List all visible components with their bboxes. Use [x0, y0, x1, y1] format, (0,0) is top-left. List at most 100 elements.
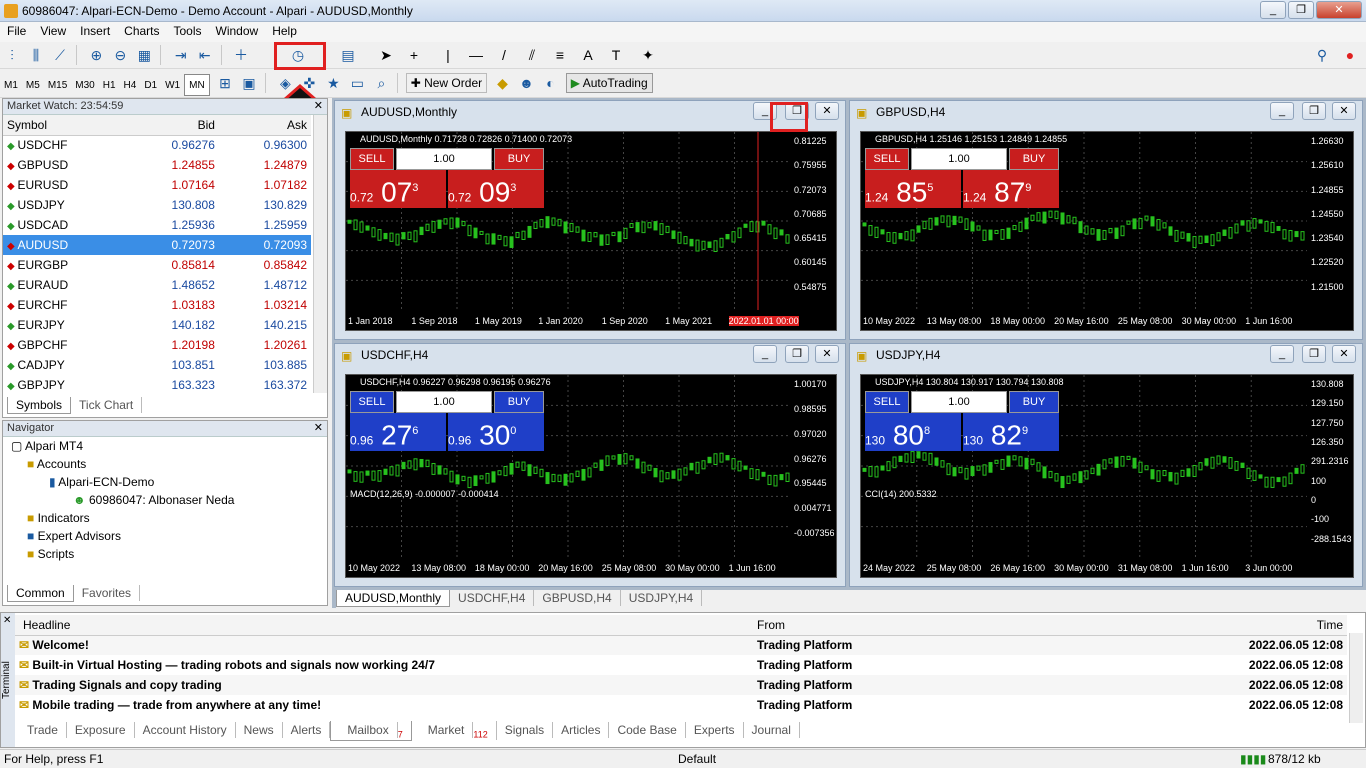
candles-icon[interactable]: ⫼ — [26, 45, 46, 65]
tf-h4[interactable]: H4 — [120, 75, 141, 97]
chart-close-button[interactable]: ✕ — [1332, 345, 1356, 363]
tab-alerts[interactable]: Alerts — [283, 722, 331, 738]
tester-icon[interactable]: ⌕ — [371, 73, 391, 93]
lot-size-field[interactable]: 1.00 — [911, 148, 1007, 170]
nav-experts[interactable]: ■ Expert Advisors — [3, 527, 327, 545]
shapes-icon[interactable]: ✦ — [638, 45, 658, 65]
market-watch-row[interactable]: ◆ AUDUSD 0.72073 0.72093 — [3, 235, 311, 255]
market-watch-row[interactable]: ◆ EURGBP 0.85814 0.85842 — [3, 255, 311, 275]
menu-view[interactable]: View — [33, 22, 73, 40]
tab-trade[interactable]: Trade — [19, 722, 67, 738]
maximize-button[interactable]: ❐ — [1288, 1, 1314, 19]
nav-indicators[interactable]: ■ Indicators — [3, 509, 327, 527]
chart-maximize-button[interactable]: ❐ — [785, 345, 809, 363]
chart-shift-icon[interactable]: ⇤ — [195, 45, 215, 65]
channel-icon[interactable]: ⫽ — [522, 45, 542, 65]
buy-button[interactable]: BUY — [1009, 148, 1059, 170]
chart-window[interactable]: USDJPY,H4 ▣ _ ❐ ✕ USDJPY,H4 130.804 130.… — [849, 343, 1363, 587]
menu-window[interactable]: Window — [209, 22, 266, 40]
sell-button[interactable]: SELL — [865, 148, 909, 170]
clock-periods-icon[interactable]: ◷ — [288, 45, 308, 65]
chart-plot[interactable]: USDCHF,H4 0.96227 0.96298 0.96195 0.9627… — [345, 374, 837, 578]
terminal-scrollbar[interactable] — [1349, 633, 1363, 723]
sell-button[interactable]: SELL — [350, 148, 394, 170]
chart-maximize-button[interactable]: ❐ — [1302, 345, 1326, 363]
sell-price[interactable]: 1.24 855 — [865, 170, 961, 208]
market-watch-row[interactable]: ◆ GBPJPY 163.323 163.372 — [3, 375, 311, 395]
market-watch-row[interactable]: ◆ EURAUD 1.48652 1.48712 — [3, 275, 311, 295]
menu-tools[interactable]: Tools — [167, 22, 209, 40]
lot-size-field[interactable]: 1.00 — [396, 148, 492, 170]
buy-button[interactable]: BUY — [494, 391, 544, 413]
globe-icon[interactable]: ◐ — [540, 73, 560, 93]
templates-icon[interactable]: ▤ — [338, 45, 358, 65]
chart-window[interactable]: GBPUSD,H4 ▣ _ ❐ ✕ GBPUSD,H4 1.25146 1.25… — [849, 100, 1363, 340]
tab-tick-chart[interactable]: Tick Chart — [71, 397, 142, 413]
lot-size-field[interactable]: 1.00 — [911, 391, 1007, 413]
market-watch-row[interactable]: ◆ EURUSD 1.07164 1.07182 — [3, 175, 311, 195]
vertical-line-icon[interactable]: | — [438, 45, 458, 65]
search-icon[interactable]: ⚲ — [1312, 45, 1332, 65]
nav-root[interactable]: ▢ Alpari MT4 — [3, 437, 327, 455]
sell-price[interactable]: 130 808 — [865, 413, 961, 451]
tab-articles[interactable]: Articles — [553, 722, 609, 738]
label-icon[interactable]: T — [606, 45, 626, 65]
chart-window[interactable]: USDCHF,H4 ▣ _ ❐ ✕ USDCHF,H4 0.96227 0.96… — [334, 343, 846, 587]
tab-chart-gbpusd[interactable]: GBPUSD,H4 — [534, 590, 620, 606]
zoom-in-icon[interactable]: ⊕ — [86, 45, 106, 65]
tab-symbols[interactable]: Symbols — [7, 397, 71, 414]
market-watch-row[interactable]: ◆ USDCHF 0.96276 0.96300 — [3, 135, 311, 155]
tf-m15[interactable]: M15 — [44, 75, 71, 97]
tf-h1[interactable]: H1 — [99, 75, 120, 97]
text-icon[interactable]: A — [578, 45, 598, 65]
bar-chart-icon[interactable]: ⫶ — [2, 45, 22, 65]
tf-w1[interactable]: W1 — [161, 75, 184, 97]
terminal-icon[interactable]: ▭ — [347, 73, 367, 93]
col-headline[interactable]: Headline — [15, 615, 753, 635]
col-from[interactable]: From — [753, 615, 1213, 635]
autoscroll-icon[interactable]: ⇥ — [171, 45, 191, 65]
news-row[interactable]: ✉ Trading Signals and copy trading Tradin… — [15, 675, 1347, 695]
market-watch-row[interactable]: ◆ USDCAD 1.25936 1.25959 — [3, 215, 311, 235]
cursor-icon[interactable]: ➤ — [376, 45, 396, 65]
new-order-button[interactable]: ✚ New Order — [406, 73, 487, 93]
users-icon[interactable]: ☻ — [516, 73, 536, 93]
chart-close-button[interactable]: ✕ — [1332, 102, 1356, 120]
tab-chart-audusd[interactable]: AUDUSD,Monthly — [336, 590, 450, 607]
tab-mailbox[interactable]: Mailbox 7 — [330, 721, 411, 741]
metaeditor-icon[interactable]: ◆ — [492, 73, 512, 93]
chart-plot[interactable]: AUDUSD,Monthly 0.71728 0.72826 0.71400 0… — [345, 131, 837, 331]
market-watch-row[interactable]: ◆ GBPUSD 1.24855 1.24879 — [3, 155, 311, 175]
sell-price[interactable]: 0.96 276 — [350, 413, 446, 451]
sell-price[interactable]: 0.72 073 — [350, 170, 446, 208]
navigator-icon[interactable]: ★ — [323, 73, 343, 93]
tab-favorites[interactable]: Favorites — [74, 585, 140, 601]
news-row[interactable]: ✉ Welcome! Trading Platform 2022.06.05 12:… — [15, 635, 1347, 655]
tab-account-history[interactable]: Account History — [135, 722, 236, 738]
tab-chart-usdchf[interactable]: USDCHF,H4 — [450, 590, 534, 606]
buy-price[interactable]: 0.72 093 — [448, 170, 544, 208]
chart-close-button[interactable]: ✕ — [815, 345, 839, 363]
nav-scripts[interactable]: ■ Scripts — [3, 545, 327, 563]
nav-server[interactable]: ▮ Alpari-ECN-Demo — [3, 473, 327, 491]
col-symbol[interactable]: Symbol — [3, 115, 127, 135]
minimize-button[interactable]: _ — [1260, 1, 1286, 19]
menu-insert[interactable]: Insert — [73, 22, 117, 40]
crosshair-icon[interactable]: + — [404, 45, 424, 65]
chart-window[interactable]: AUDUSD,Monthly ▣ _ ❐ ✕ AUDUSD,Monthly 0.… — [334, 100, 846, 340]
tab-experts[interactable]: Experts — [686, 722, 744, 738]
col-time[interactable]: Time — [1213, 615, 1347, 635]
chart-minimize-button[interactable]: _ — [753, 345, 777, 363]
close-icon[interactable]: ✕ — [314, 99, 323, 112]
buy-price[interactable]: 130 829 — [963, 413, 1059, 451]
tab-code-base[interactable]: Code Base — [609, 722, 685, 738]
tab-exposure[interactable]: Exposure — [67, 722, 135, 738]
autotrading-button[interactable]: ▶ AutoTrading — [566, 73, 653, 93]
tab-news[interactable]: News — [236, 722, 283, 738]
chart-maximize-button[interactable]: ❐ — [1302, 102, 1326, 120]
nav-account[interactable]: ☻ 60986047: Albonaser Neda — [3, 491, 327, 509]
buy-button[interactable]: BUY — [1009, 391, 1059, 413]
tab-journal[interactable]: Journal — [744, 722, 800, 738]
market-watch-row[interactable]: ◆ CADJPY 103.851 103.885 — [3, 355, 311, 375]
chart-plot[interactable]: GBPUSD,H4 1.25146 1.25153 1.24849 1.2485… — [860, 131, 1354, 331]
